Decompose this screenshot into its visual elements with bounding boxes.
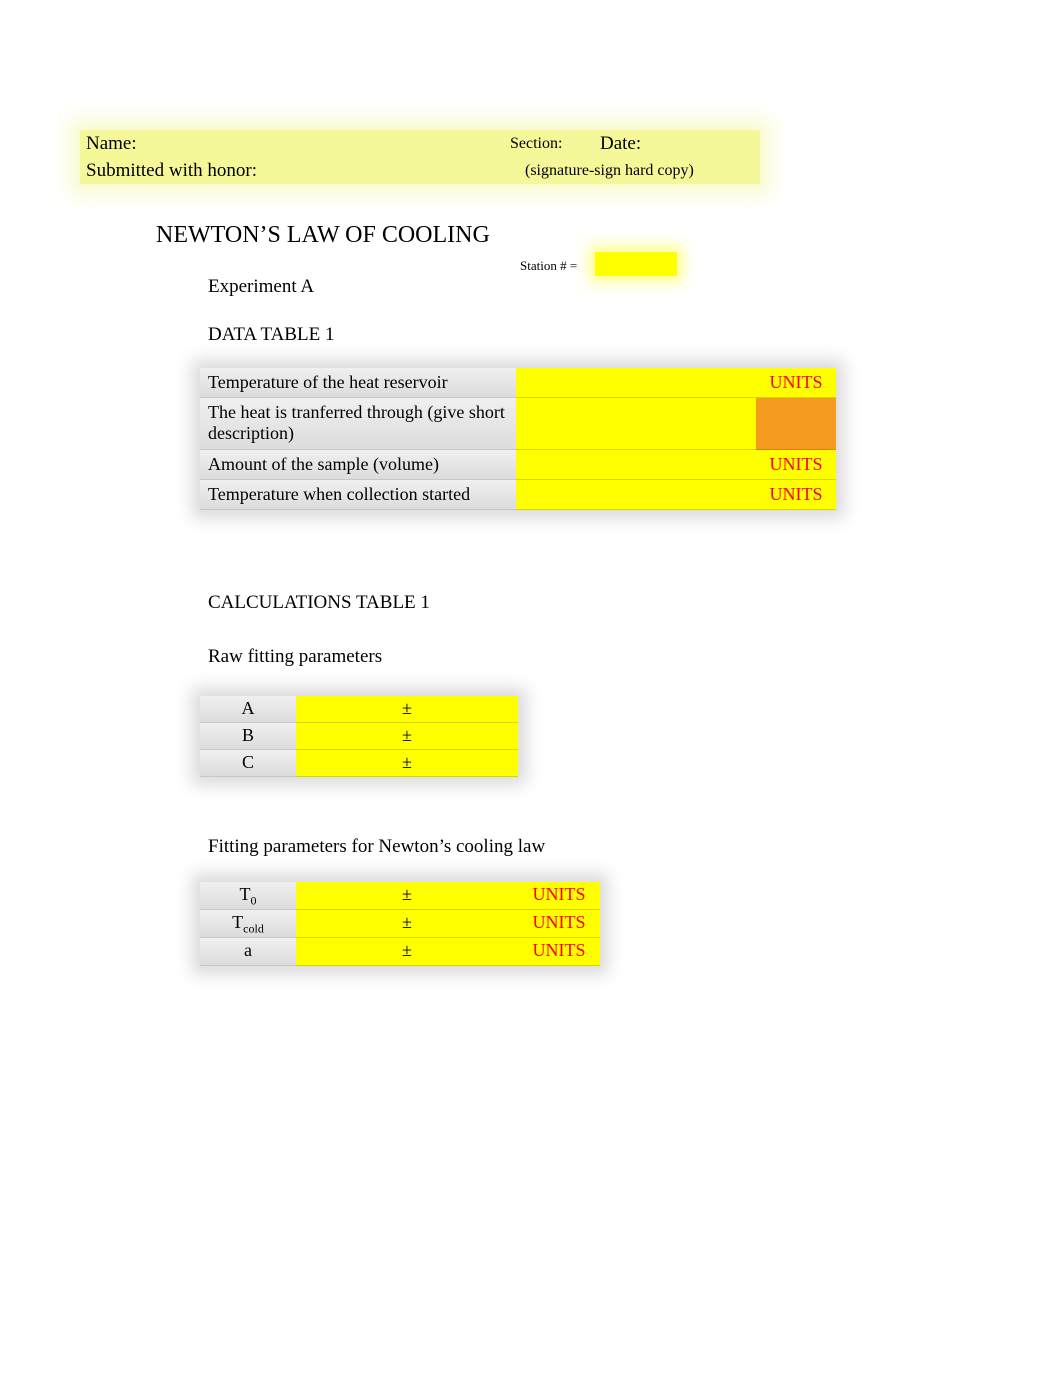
table-row: Amount of the sample (volume) UNITS (200, 450, 836, 480)
fit-params-heading: Fitting parameters for Newton’s cooling … (208, 836, 545, 858)
value-input[interactable] (516, 450, 756, 480)
table-row: T0 ± UNITS (200, 882, 600, 910)
data-table1-heading: DATA TABLE 1 (208, 324, 334, 346)
param-symbol: C (200, 750, 296, 777)
name-label: Name: (80, 133, 510, 155)
table-row: Tcold ± UNITS (200, 910, 600, 938)
row-label: Temperature when collection started (200, 480, 516, 510)
units-cell[interactable]: UNITS (518, 910, 600, 938)
param-symbol: a (200, 938, 296, 966)
units-cell[interactable]: UNITS (518, 938, 600, 966)
raw-params-heading: Raw fitting parameters (208, 646, 382, 668)
row-label: Temperature of the heat reservoir (200, 368, 516, 398)
header-row-2: Submitted with honor: (signature-sign ha… (80, 158, 760, 184)
data-table-1: Temperature of the heat reservoir UNITS … (200, 368, 836, 510)
param-value-input[interactable]: ± (296, 750, 518, 777)
units-cell[interactable]: UNITS (518, 882, 600, 910)
param-value-input[interactable]: ± (296, 696, 518, 723)
station-input[interactable] (595, 252, 677, 276)
units-cell-orange (756, 398, 836, 450)
table-row: B ± (200, 723, 518, 750)
param-symbol: T0 (200, 882, 296, 910)
param-symbol: A (200, 696, 296, 723)
table-row: Temperature when collection started UNIT… (200, 480, 836, 510)
experiment-label: Experiment A (208, 276, 314, 298)
param-value-input[interactable]: ± (296, 938, 518, 966)
header-block: Name: Section: Date: Submitted with hono… (80, 130, 760, 184)
value-input[interactable] (516, 480, 756, 510)
row-label: The heat is tranferred through (give sho… (200, 398, 516, 450)
honor-label: Submitted with honor: (80, 160, 525, 182)
table-row: C ± (200, 750, 518, 777)
station-label: Station # = (520, 258, 577, 274)
row-label: Amount of the sample (volume) (200, 450, 516, 480)
section-label: Section: (510, 135, 600, 153)
sym-base: T (232, 912, 243, 932)
signature-note: (signature-sign hard copy) (525, 162, 694, 180)
sym-base: T (240, 884, 251, 904)
sym-sub: 0 (251, 894, 257, 908)
table-row: Temperature of the heat reservoir UNITS (200, 368, 836, 398)
param-value-input[interactable]: ± (296, 723, 518, 750)
page-title: NEWTON’S LAW OF COOLING (156, 222, 490, 249)
date-label: Date: (600, 133, 641, 155)
calculations-heading: CALCULATIONS TABLE 1 (208, 592, 430, 614)
value-input[interactable] (516, 398, 756, 450)
param-symbol: Tcold (200, 910, 296, 938)
table-row: a ± UNITS (200, 938, 600, 966)
units-cell[interactable]: UNITS (756, 480, 836, 510)
fit-params-table: T0 ± UNITS Tcold ± UNITS a ± UNITS (200, 882, 600, 966)
header-row-1: Name: Section: Date: (80, 130, 760, 158)
raw-params-table: A ± B ± C ± (200, 696, 518, 777)
table-row: A ± (200, 696, 518, 723)
units-cell[interactable]: UNITS (756, 450, 836, 480)
units-cell[interactable]: UNITS (756, 368, 836, 398)
sym-sub: cold (243, 922, 264, 936)
sym-base: a (244, 940, 252, 960)
table-row: The heat is tranferred through (give sho… (200, 398, 836, 450)
param-value-input[interactable]: ± (296, 882, 518, 910)
param-symbol: B (200, 723, 296, 750)
value-input[interactable] (516, 368, 756, 398)
param-value-input[interactable]: ± (296, 910, 518, 938)
